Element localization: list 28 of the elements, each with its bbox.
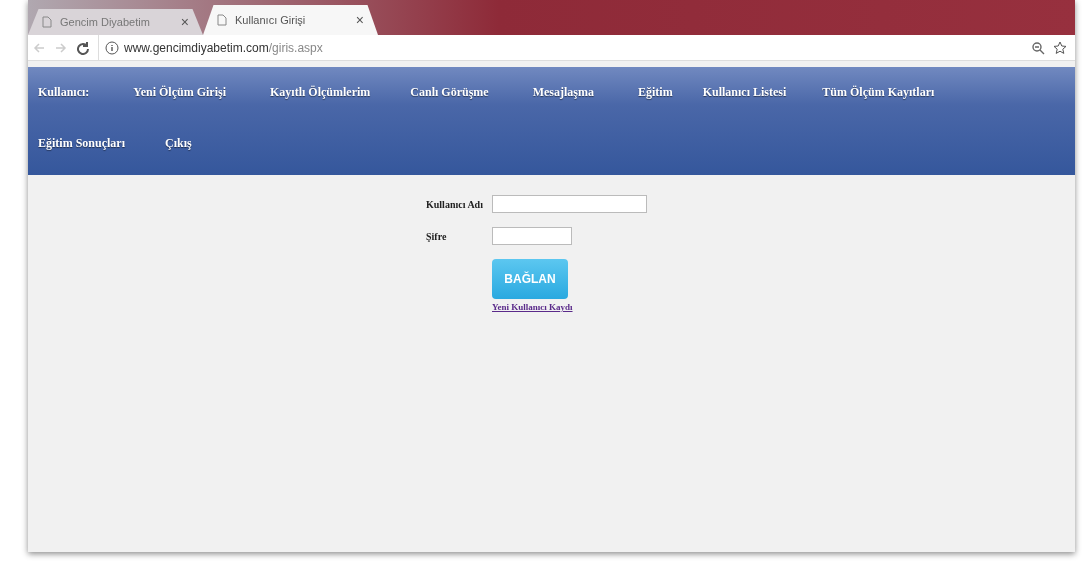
zoom-icon[interactable] (1031, 40, 1045, 55)
info-icon[interactable] (105, 40, 119, 55)
nav-link[interactable]: Tüm Ölçüm Kayıtları (822, 67, 935, 118)
browser-tab[interactable]: Kullanıcı Girişi × (203, 5, 378, 35)
nav-link[interactable]: Kayıtlı Ölçümlerim (270, 67, 371, 118)
tab-title: Kullanıcı Girişi (235, 14, 307, 26)
reload-icon[interactable] (76, 40, 90, 55)
close-tab-button[interactable]: × (355, 12, 364, 28)
password-label: Şifre (426, 230, 448, 242)
username-field[interactable] (492, 195, 647, 213)
nav-link[interactable]: Canlı Görüşme (410, 67, 489, 118)
tab-title: Gencim Diyabetim (60, 16, 151, 28)
close-tab-button[interactable]: × (180, 14, 189, 30)
username-label: Kullanıcı Adı (426, 198, 484, 210)
nav-link[interactable]: Kullanıcı Listesi (702, 67, 787, 118)
nav-link[interactable]: Mesajlaşma (532, 67, 594, 118)
browser-tab[interactable]: Gencim Diyabetim × (28, 9, 203, 35)
star-icon[interactable] (1053, 40, 1067, 55)
url-text: www.gencimdiyabetim.com/giris.aspx (124, 40, 323, 55)
nav-link[interactable]: Eğitim Sonuçları (38, 118, 125, 169)
document-icon (217, 14, 227, 26)
document-icon (42, 16, 52, 28)
nav-link[interactable]: Eğitim (638, 67, 673, 118)
nav-link[interactable]: Kullanıcı: (38, 67, 90, 118)
password-field[interactable] (492, 227, 572, 245)
nav-link[interactable]: Yeni Ölçüm Girişi (133, 67, 226, 118)
register-link[interactable]: Yeni Kullanıcı Kaydı (492, 302, 647, 312)
nav-link[interactable]: Çıkış (165, 118, 192, 169)
